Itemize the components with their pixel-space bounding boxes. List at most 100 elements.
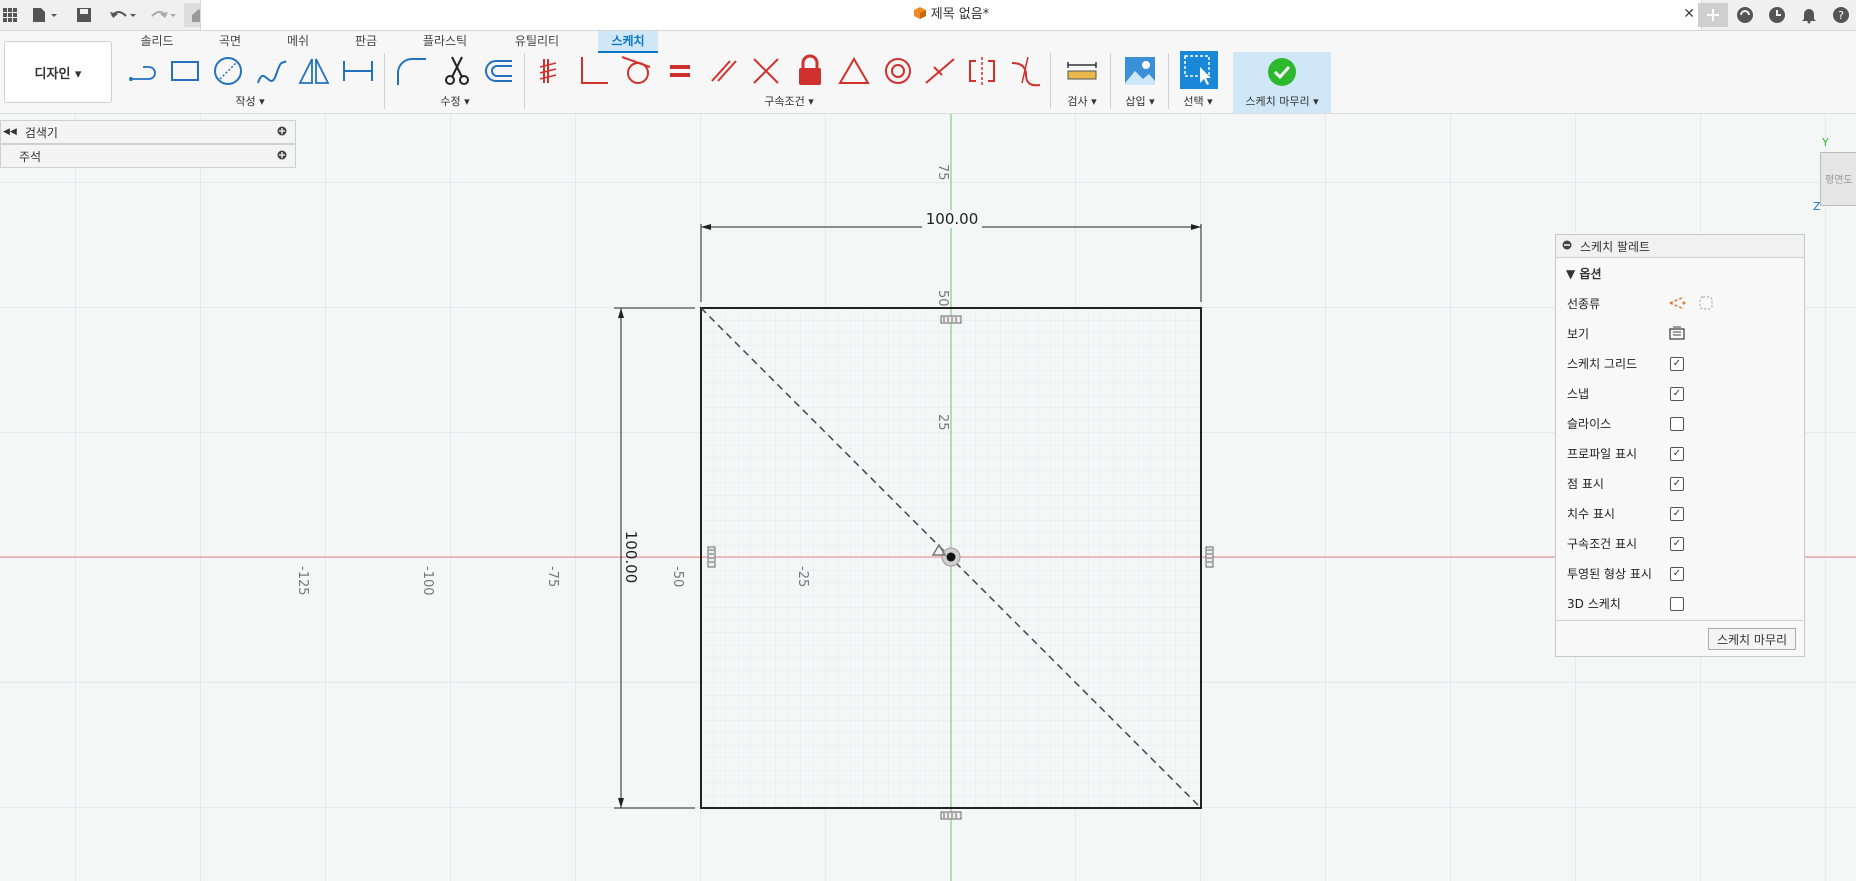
construction-linetype-icon[interactable]: [1668, 295, 1686, 314]
show-profile-checkbox[interactable]: ✓: [1670, 447, 1684, 461]
separator: [384, 53, 385, 109]
select-tool-icon[interactable]: [1180, 51, 1218, 89]
symmetry-constraint-icon[interactable]: [964, 53, 1000, 89]
save-icon[interactable]: [74, 3, 94, 27]
show-projected-geometry-checkbox[interactable]: ✓: [1670, 567, 1684, 581]
slice-checkbox[interactable]: [1670, 417, 1684, 431]
tangent-constraint-icon[interactable]: [618, 53, 654, 89]
vertical-constraint-glyph-left: [707, 546, 716, 568]
notifications-icon[interactable]: [1798, 3, 1820, 27]
look-at-icon[interactable]: [1669, 326, 1685, 343]
measure-ruler-icon[interactable]: [1064, 53, 1100, 89]
offset-tool-icon[interactable]: [482, 53, 518, 89]
app-grid-icon[interactable]: [2, 3, 18, 27]
undo-icon[interactable]: [106, 3, 140, 27]
tab-solid[interactable]: 솔리드: [132, 31, 182, 51]
circle-tool-icon[interactable]: [210, 53, 246, 89]
mirror-tool-icon[interactable]: [296, 53, 332, 89]
palette-finish-sketch-button[interactable]: 스케치 마무리: [1708, 628, 1796, 650]
browser-row-annotations[interactable]: 주석: [0, 144, 296, 168]
equal-constraint-icon[interactable]: [662, 53, 698, 89]
sketch-palette-title: 스케치 팔레트: [1580, 239, 1651, 254]
sketch-grid-checkbox[interactable]: ✓: [1670, 357, 1684, 371]
ruler-label-y-25: 25: [935, 414, 950, 431]
tab-mesh[interactable]: 메쉬: [274, 31, 322, 51]
inspect-group-label[interactable]: 검사 ▾: [1060, 93, 1104, 109]
ribbon-toolbar: 솔리드 곡면 메쉬 판금 플라스틱 유틸리티 스케치 디자인 ▾ 작성 ▾ 수정…: [0, 31, 1856, 114]
ruler-label-x-neg25: -25: [795, 566, 810, 588]
centerline-linetype-icon[interactable]: [1698, 295, 1714, 314]
rectangle-tool-icon[interactable]: [168, 53, 204, 89]
browser-row-finder[interactable]: ◀◀ 검색기: [0, 120, 296, 144]
browser-add-icon[interactable]: [277, 149, 287, 163]
tab-surface[interactable]: 곡면: [206, 31, 254, 51]
concentric-constraint-icon[interactable]: [880, 53, 916, 89]
close-tab-icon[interactable]: ✕: [1683, 6, 1695, 22]
select-group-label[interactable]: 선택 ▾: [1174, 93, 1222, 109]
palette-row-label: 구속조건 표시: [1567, 536, 1638, 551]
view-cube-z-axis-label: Z: [1813, 200, 1821, 213]
tab-sheet-metal[interactable]: 판금: [342, 31, 390, 51]
collapse-browser-icon[interactable]: ◀◀: [3, 127, 17, 137]
horizontal-constraint-glyph-top: [940, 315, 962, 324]
spline-tool-icon[interactable]: [254, 53, 290, 89]
browser-row-label: 검색기: [24, 125, 58, 140]
horizontal-vertical-constraint-icon[interactable]: [748, 53, 784, 89]
fillet-tool-icon[interactable]: [394, 53, 430, 89]
show-dimensions-checkbox[interactable]: ✓: [1670, 507, 1684, 521]
view-cube[interactable]: 평면도: [1820, 152, 1856, 206]
palette-row-label: 점 표시: [1567, 476, 1604, 491]
help-icon[interactable]: ?: [1830, 3, 1852, 27]
vertical-dimension-value[interactable]: 100.00: [622, 527, 640, 587]
ruler-label-x-neg50: -50: [670, 566, 685, 588]
3d-sketch-checkbox[interactable]: [1670, 597, 1684, 611]
triangle-constraint-icon[interactable]: [836, 53, 872, 89]
insert-image-icon[interactable]: [1122, 53, 1158, 89]
tab-plastic[interactable]: 플라스틱: [414, 31, 476, 51]
create-group-label[interactable]: 작성 ▾: [210, 93, 290, 109]
palette-row-label: 선종류: [1567, 296, 1601, 311]
vertical-constraint-glyph-right: [1205, 546, 1214, 568]
separator: [524, 53, 525, 109]
constraints-group-label[interactable]: 구속조건 ▾: [744, 93, 834, 109]
finish-check-icon: [1267, 57, 1297, 90]
palette-divider: [1556, 620, 1803, 621]
ruler-label-y-75: 75: [935, 164, 950, 181]
palette-collapse-icon[interactable]: [1562, 239, 1572, 253]
show-constraints-checkbox[interactable]: ✓: [1670, 537, 1684, 551]
fix-lock-icon[interactable]: [792, 53, 828, 89]
tab-sketch[interactable]: 스케치: [598, 31, 658, 53]
palette-row-label: 스케치 그리드: [1567, 356, 1638, 371]
redo-icon[interactable]: [146, 3, 180, 27]
insert-group-label[interactable]: 삽입 ▾: [1118, 93, 1162, 109]
snap-checkbox[interactable]: ✓: [1670, 387, 1684, 401]
sketch-palette-header: 스케치 팔레트: [1556, 235, 1804, 258]
coincident-constraint-icon[interactable]: [534, 53, 570, 89]
extensions-icon[interactable]: [1734, 3, 1756, 27]
horizontal-dimension-value[interactable]: 100.00: [922, 210, 982, 228]
document-tab[interactable]: 제목 없음* ✕: [200, 0, 1702, 30]
palette-row-label: 투영된 형상 표시: [1567, 566, 1652, 581]
document-cube-icon: [913, 7, 926, 19]
browser-add-icon[interactable]: [277, 125, 287, 139]
trim-scissors-icon[interactable]: [440, 53, 476, 89]
workspace-switcher-button[interactable]: 디자인 ▾: [4, 41, 112, 103]
midpoint-constraint-icon[interactable]: [922, 53, 958, 89]
options-section-header[interactable]: ▼ 옵션: [1566, 265, 1602, 282]
sketch-dimension-icon[interactable]: [340, 53, 376, 89]
new-tab-icon[interactable]: [1698, 3, 1728, 27]
palette-row-label: 치수 표시: [1567, 506, 1615, 521]
show-points-checkbox[interactable]: ✓: [1670, 477, 1684, 491]
parallel-constraint-icon[interactable]: [706, 53, 742, 89]
curvature-constraint-icon[interactable]: [1008, 53, 1044, 89]
file-menu-icon[interactable]: [30, 3, 60, 27]
perpendicular-constraint-icon[interactable]: [576, 53, 612, 89]
view-cube-face-label: 평면도: [1825, 175, 1853, 186]
job-status-icon[interactable]: [1766, 3, 1788, 27]
title-bar: 제목 없음* ✕ ?: [0, 0, 1856, 31]
tab-utilities[interactable]: 유틸리티: [506, 31, 568, 51]
modify-group-label[interactable]: 수정 ▾: [420, 93, 490, 109]
line-tool-icon[interactable]: [125, 53, 161, 89]
ruler-label-y-50: 50: [935, 290, 950, 307]
finish-sketch-button[interactable]: 스케치 마무리 ▾: [1233, 52, 1331, 113]
